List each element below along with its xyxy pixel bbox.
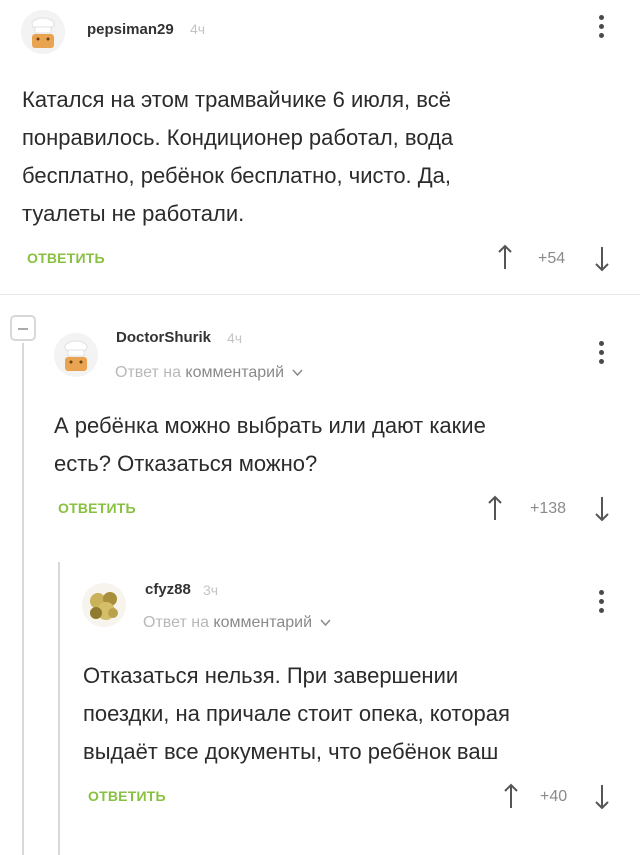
kebab-menu-icon[interactable] (597, 15, 605, 38)
thread-line[interactable] (58, 562, 60, 855)
chef-avatar-icon (54, 333, 98, 377)
comment-body: Отказаться нельзя. При завершении поездк… (83, 657, 623, 771)
comment-body: А ребёнка можно выбрать или дают какие е… (54, 407, 614, 483)
comment-score: +40 (540, 788, 568, 805)
comment-time: 4ч (190, 21, 206, 37)
comment-text-line: Катался на этом трамвайчике 6 июля, всё (22, 87, 451, 112)
comment-text-line: Отказаться нельзя. При завершении (83, 663, 459, 688)
comment-username[interactable]: pepsiman29 (87, 21, 174, 38)
user-avatar[interactable] (21, 10, 65, 54)
reply-to-target[interactable]: комментарий (185, 364, 284, 381)
comment-text-line: выдаёт все документы, что ребёнок ваш (83, 739, 499, 764)
collapse-thread-icon[interactable] (10, 315, 36, 341)
reply-to-link[interactable]: Ответ на комментарий (143, 614, 331, 632)
comment-time: 3ч (203, 582, 219, 598)
chef-avatar-icon (21, 10, 65, 54)
reply-button[interactable]: ОТВЕТИТЬ (27, 250, 105, 266)
kebab-menu-icon[interactable] (597, 341, 605, 364)
thread-line[interactable] (22, 343, 24, 855)
downvote-arrow-icon[interactable] (593, 783, 611, 811)
comment-time: 4ч (227, 330, 243, 346)
downvote-arrow-icon[interactable] (593, 495, 611, 523)
reply-to-prefix: Ответ на (143, 614, 209, 631)
comment-username[interactable]: DoctorShurik (116, 329, 211, 346)
comment-text-line: есть? Отказаться можно? (54, 451, 318, 476)
kebab-menu-icon[interactable] (597, 590, 605, 613)
comment-score: +138 (530, 500, 567, 517)
comment-text-line: понравилось. Кондиционер работал, вода (22, 125, 454, 150)
reply-button[interactable]: ОТВЕТИТЬ (58, 500, 136, 516)
upvote-arrow-icon[interactable] (502, 782, 520, 810)
comment-username[interactable]: cfyz88 (145, 581, 191, 598)
comment-text-line: бесплатно, ребёнок бесплатно, чисто. Да, (22, 163, 452, 188)
comment-divider (0, 294, 640, 295)
comment-score: +54 (538, 250, 566, 267)
user-avatar[interactable] (82, 583, 126, 627)
comment-text-line: поездки, на причале стоит опека, которая (83, 701, 510, 726)
comment-text-line: А ребёнка можно выбрать или дают какие (54, 413, 486, 438)
reply-to-link[interactable]: Ответ на комментарий (115, 364, 303, 382)
downvote-arrow-icon[interactable] (593, 245, 611, 273)
chevron-down-icon[interactable] (319, 619, 331, 627)
comment-text-line: туалеты не работали. (22, 201, 245, 226)
comment-body: Катался на этом трамвайчике 6 июля, всё … (22, 81, 602, 233)
upvote-arrow-icon[interactable] (496, 243, 514, 271)
upvote-arrow-icon[interactable] (486, 494, 504, 522)
reply-to-prefix: Ответ на (115, 364, 181, 381)
reply-to-target[interactable]: комментарий (213, 614, 312, 631)
chevron-down-icon[interactable] (291, 369, 303, 377)
reply-button[interactable]: ОТВЕТИТЬ (88, 788, 166, 804)
food-avatar-icon (82, 583, 126, 627)
user-avatar[interactable] (54, 333, 98, 377)
